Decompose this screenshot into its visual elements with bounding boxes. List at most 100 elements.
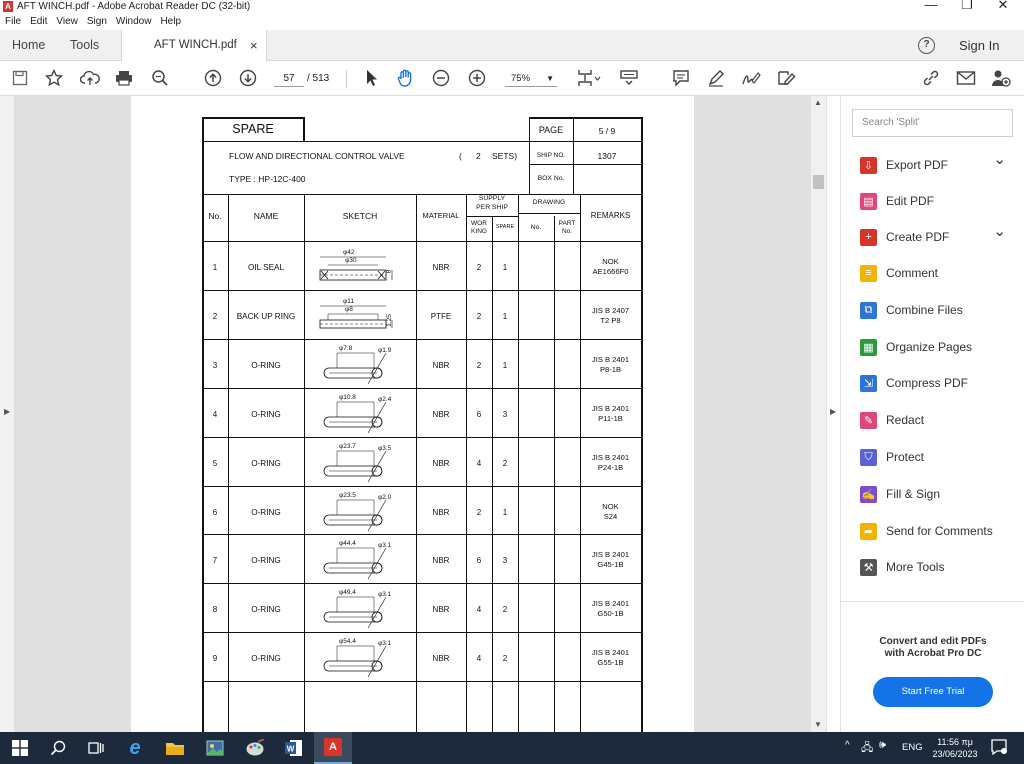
edit-stamp-icon[interactable] [776, 68, 796, 88]
tab-tools[interactable]: Tools [70, 30, 99, 61]
tab-document[interactable]: AFT WINCH.pdf × [121, 30, 267, 61]
sheet-description: FLOW AND DIRECTIONAL CONTROL VALVE [229, 151, 405, 161]
chevron-down-icon[interactable]: ⌄ [993, 222, 1006, 240]
acrobat-taskbar-icon: A [324, 738, 342, 756]
paint-icon[interactable] [245, 738, 265, 758]
menu-sign[interactable]: Sign [87, 16, 107, 27]
acrobat-app-icon: A [3, 1, 13, 12]
row-material: NBR [432, 556, 450, 565]
row-working: 2 [476, 361, 482, 370]
email-icon[interactable] [956, 68, 976, 88]
row-name: OIL SEAL [247, 263, 285, 272]
menu-edit[interactable]: Edit [30, 16, 47, 27]
notification-icon[interactable] [991, 739, 1007, 758]
scroll-up-icon[interactable]: ▲ [814, 98, 822, 107]
collapse-right-icon[interactable]: ▶ [830, 407, 836, 416]
hand-tool-icon[interactable] [396, 68, 416, 88]
previous-page-icon[interactable] [203, 68, 223, 88]
row-name: O-RING [251, 459, 281, 468]
dimension-cross-section: φ1.9 [378, 347, 392, 354]
menu-window[interactable]: Window [116, 16, 152, 27]
select-cursor-icon[interactable] [362, 68, 382, 88]
internet-explorer-icon[interactable]: e [125, 737, 145, 759]
task-view-icon[interactable] [86, 738, 106, 758]
zoom-search-icon[interactable] [150, 68, 170, 88]
tool-comment[interactable]: ≡ Comment [860, 262, 1020, 284]
restore-button[interactable]: ❐ [952, 0, 982, 12]
scroll-thumb[interactable] [813, 175, 824, 189]
row-remarks-1: JIS B 2401 [591, 453, 630, 462]
menu-view[interactable]: View [56, 16, 78, 27]
create-pdf-icon: + [860, 228, 877, 246]
row-working: 6 [476, 556, 482, 565]
window-title: AFT WINCH.pdf - Adobe Acrobat Reader DC … [17, 1, 251, 12]
zoom-out-icon[interactable] [431, 68, 451, 88]
row-remarks-1: JIS B 2401 [591, 550, 630, 559]
save-icon[interactable] [10, 68, 30, 88]
windows-taskbar: e W A ^ 🖧 🕪 ENG 11:56 πμ 23/06/2023 [0, 732, 1024, 764]
dimension-outer: φ42 [343, 249, 355, 256]
start-free-trial-button[interactable]: Start Free Trial [873, 677, 993, 707]
photo-viewer-icon[interactable] [205, 738, 225, 758]
minimize-button[interactable]: — [916, 0, 946, 12]
comment-tool-icon[interactable] [671, 68, 691, 88]
tool-organize-pages[interactable]: ▦ Organize Pages [860, 336, 1020, 358]
upload-cloud-icon[interactable] [80, 68, 100, 88]
file-explorer-icon[interactable] [165, 738, 185, 758]
next-page-icon[interactable] [238, 68, 258, 88]
tool-create-pdf[interactable]: + Create PDF ⌄ [860, 223, 1020, 248]
tool-edit-pdf[interactable]: ▤ Edit PDF [860, 190, 1020, 212]
chevron-down-icon[interactable]: ⌄ [993, 150, 1006, 168]
col-per-ship: PER SHIP [476, 204, 508, 211]
tool-compress-pdf[interactable]: ⇲ Compress PDF [860, 372, 1020, 394]
row-working: 2 [476, 263, 482, 272]
zoom-level-select[interactable]: 75% ▼ [505, 70, 557, 87]
tool-redact[interactable]: ✎ Redact [860, 409, 1020, 431]
vertical-scrollbar[interactable]: ▲ ▼ [811, 96, 826, 732]
add-user-icon[interactable] [991, 68, 1011, 88]
grid-line [202, 534, 641, 535]
tray-chevron-up-icon[interactable]: ^ [845, 740, 850, 751]
tool-export-pdf[interactable]: ⇩ Export PDF ⌄ [860, 151, 1020, 176]
bookmark-star-icon[interactable] [44, 68, 64, 88]
draw-signature-icon[interactable] [741, 68, 761, 88]
page-fit-icon[interactable] [576, 68, 602, 88]
print-icon[interactable] [114, 68, 134, 88]
windows-start-icon[interactable] [10, 738, 30, 758]
tool-protect[interactable]: ⛉ Protect [860, 446, 1020, 468]
expand-left-icon[interactable]: ▶ [4, 407, 10, 416]
search-icon[interactable] [48, 738, 68, 758]
right-panel-toggle[interactable]: ▶ [826, 96, 840, 732]
clock[interactable]: 11:56 πμ 23/06/2023 [925, 736, 985, 760]
row-remarks-2: P24-1B [597, 463, 624, 472]
type-label: TYPE : HP-12C-400 [229, 174, 306, 184]
sign-in-button[interactable]: Sign In [959, 30, 999, 61]
help-icon[interactable]: ? [918, 37, 935, 54]
grid-line [202, 117, 304, 119]
menu-help[interactable]: Help [160, 16, 181, 27]
close-tab-icon[interactable]: × [250, 30, 258, 61]
zoom-in-icon[interactable] [467, 68, 487, 88]
volume-icon[interactable]: 🕪 [879, 739, 886, 752]
tool-more-tools[interactable]: ⚒ More Tools [860, 556, 1020, 578]
tools-search-input[interactable]: Search 'Split' [852, 109, 1013, 137]
share-link-icon[interactable] [921, 68, 941, 88]
tool-send-for-comments[interactable]: ➦ Send for Comments [860, 520, 1020, 542]
tab-home[interactable]: Home [12, 30, 45, 61]
tool-combine-files[interactable]: ⧉ Combine Files [860, 299, 1020, 321]
page-number-input[interactable]: 57 [274, 70, 304, 87]
scroll-mode-icon[interactable] [618, 68, 640, 88]
dimension-inner: φ30 [345, 257, 357, 264]
language-indicator[interactable]: ENG [902, 742, 923, 753]
left-panel-toggle[interactable]: ▶ [0, 96, 14, 732]
scroll-down-icon[interactable]: ▼ [814, 720, 822, 729]
network-icon[interactable]: 🖧 [861, 739, 873, 758]
close-window-button[interactable]: ✕ [988, 0, 1018, 12]
highlight-pen-icon[interactable] [706, 68, 726, 88]
row-no: 2 [212, 312, 218, 321]
word-icon[interactable]: W [284, 738, 304, 758]
taskbar-acrobat-active[interactable]: A [314, 732, 352, 764]
row-spare: 3 [502, 410, 508, 419]
tool-fill-sign[interactable]: ✍ Fill & Sign [860, 483, 1020, 505]
menu-file[interactable]: File [5, 16, 21, 27]
